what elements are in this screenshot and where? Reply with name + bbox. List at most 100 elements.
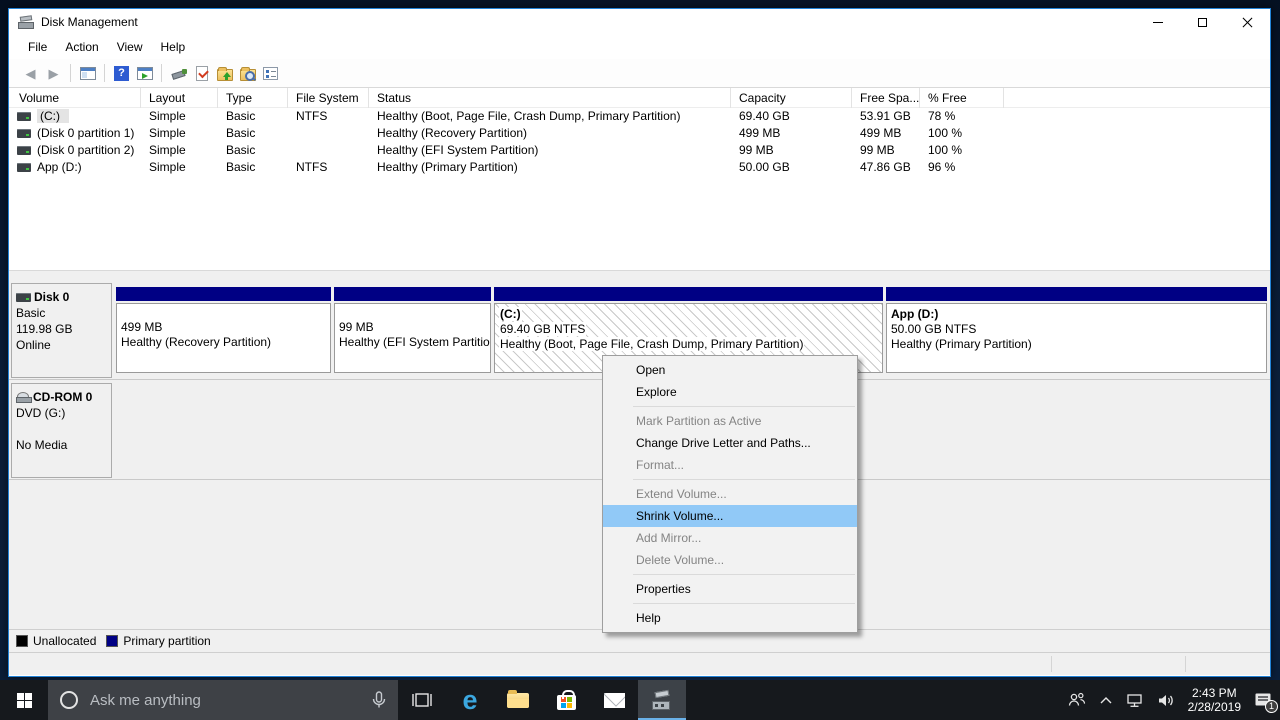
- menu-action[interactable]: Action: [56, 36, 107, 58]
- column-header-empty: [1004, 88, 1270, 108]
- cdrom-info-panel[interactable]: CD-ROM 0 DVD (G:) No Media: [11, 383, 112, 478]
- taskbar-app-file-explorer[interactable]: [494, 680, 542, 720]
- file-explorer-icon: [507, 693, 529, 708]
- unallocated-swatch: [16, 635, 28, 647]
- column-header-status[interactable]: Status: [369, 88, 731, 108]
- volume-row-partition1[interactable]: (Disk 0 partition 1) Simple Basic Health…: [9, 125, 1270, 142]
- show-action-pane-button[interactable]: [133, 62, 156, 84]
- desktop: Disk Management File Action View Help ◀ …: [0, 0, 1280, 720]
- partition-status: Healthy (Boot, Page File, Crash Dump, Pr…: [499, 337, 804, 351]
- volume-free-space: 53.91 GB: [852, 109, 920, 123]
- people-icon[interactable]: [1068, 692, 1086, 708]
- network-icon[interactable]: [1126, 693, 1144, 708]
- task-list-button[interactable]: [259, 62, 282, 84]
- column-header-pct-free[interactable]: % Free: [920, 88, 1004, 108]
- column-header-free-space[interactable]: Free Spa...: [852, 88, 920, 108]
- taskbar-app-store[interactable]: [542, 680, 590, 720]
- store-icon: [557, 695, 576, 710]
- menu-file[interactable]: File: [19, 36, 56, 58]
- column-header-file-system[interactable]: File System: [288, 88, 369, 108]
- show-console-tree-icon: [80, 67, 96, 80]
- folder-up-button[interactable]: [213, 62, 236, 84]
- maximize-button[interactable]: [1180, 9, 1225, 35]
- cortana-search-box[interactable]: Ask me anything: [48, 680, 398, 720]
- partition-size: 99 MB: [339, 320, 374, 334]
- menu-item-help[interactable]: Help: [603, 607, 857, 629]
- disk0-info-panel[interactable]: Disk 0 Basic 119.98 GB Online: [11, 283, 112, 378]
- chevron-up-icon[interactable]: [1099, 696, 1113, 705]
- close-icon: [1242, 17, 1253, 28]
- taskbar-app-disk-management[interactable]: [638, 680, 686, 720]
- partition-header-bar: [494, 287, 883, 301]
- volume-free-space: 99 MB: [852, 143, 920, 157]
- menu-item-explore[interactable]: Explore: [603, 381, 857, 403]
- partition-status: Healthy (Primary Partition): [891, 337, 1032, 351]
- partition-name: (C:): [499, 307, 522, 321]
- menu-help[interactable]: Help: [152, 36, 195, 58]
- close-button[interactable]: [1225, 9, 1270, 35]
- partition-app-d[interactable]: App (D:) 50.00 GB NTFS Healthy (Primary …: [886, 287, 1267, 373]
- menu-item-delete-volume: Delete Volume...: [603, 549, 857, 571]
- taskbar-app-edge[interactable]: e: [446, 680, 494, 720]
- search-placeholder: Ask me anything: [90, 692, 360, 709]
- volume-free-space: 47.86 GB: [852, 160, 920, 174]
- window-controls: [1135, 9, 1270, 35]
- column-header-layout[interactable]: Layout: [141, 88, 218, 108]
- volume-layout: Simple: [141, 143, 218, 157]
- help-button[interactable]: ?: [110, 62, 133, 84]
- volume-capacity: 499 MB: [731, 126, 852, 140]
- toolbar-separator: [104, 64, 105, 82]
- menubar: File Action View Help: [9, 35, 1270, 59]
- volume-status: Healthy (Primary Partition): [369, 160, 731, 174]
- volume-row-c[interactable]: (C:) Simple Basic NTFS Healthy (Boot, Pa…: [9, 108, 1270, 125]
- start-button[interactable]: [0, 680, 48, 720]
- volume-icon[interactable]: [1157, 693, 1175, 708]
- partition-size: 69.40 GB NTFS: [499, 322, 586, 336]
- toolbar-separator: [70, 64, 71, 82]
- microphone-icon[interactable]: [372, 691, 386, 709]
- menu-view[interactable]: View: [108, 36, 152, 58]
- check-document-button[interactable]: [190, 62, 213, 84]
- volume-type: Basic: [218, 126, 288, 140]
- taskbar-app-mail[interactable]: [590, 680, 638, 720]
- menu-item-change-drive-letter[interactable]: Change Drive Letter and Paths...: [603, 432, 857, 454]
- folder-find-button[interactable]: [236, 62, 259, 84]
- volume-row-app-d[interactable]: App (D:) Simple Basic NTFS Healthy (Prim…: [9, 159, 1270, 176]
- notification-badge: 1: [1265, 700, 1278, 713]
- column-header-capacity[interactable]: Capacity: [731, 88, 852, 108]
- column-header-volume[interactable]: Volume: [11, 88, 141, 108]
- menu-item-shrink-volume[interactable]: Shrink Volume...: [603, 505, 857, 527]
- partition-recovery[interactable]: 499 MB Healthy (Recovery Partition): [116, 287, 331, 373]
- partition-name: App (D:): [891, 307, 938, 321]
- cdrom-icon: [16, 392, 30, 403]
- show-console-tree-button[interactable]: [76, 62, 99, 84]
- volume-name: (C:): [37, 109, 69, 123]
- titlebar[interactable]: Disk Management: [9, 9, 1270, 35]
- forward-button[interactable]: ▶: [42, 62, 65, 84]
- menu-item-open[interactable]: Open: [603, 359, 857, 381]
- volume-pct-free: 96 %: [920, 160, 1004, 174]
- disk-management-icon: [650, 691, 674, 710]
- statusbar-divider: [1051, 656, 1052, 672]
- drive-icon: [17, 146, 31, 155]
- volume-row-partition2[interactable]: (Disk 0 partition 2) Simple Basic Health…: [9, 142, 1270, 159]
- cdrom-media: No Media: [16, 437, 107, 453]
- disk0-size: 119.98 GB: [16, 321, 107, 337]
- taskbar-clock[interactable]: 2:43 PM 2/28/2019: [1188, 686, 1241, 714]
- column-header-type[interactable]: Type: [218, 88, 288, 108]
- menu-item-properties[interactable]: Properties: [603, 578, 857, 600]
- action-center-button[interactable]: 1: [1254, 692, 1272, 709]
- minimize-button[interactable]: [1135, 9, 1180, 35]
- volume-pct-free: 100 %: [920, 143, 1004, 157]
- volume-pct-free: 100 %: [920, 126, 1004, 140]
- back-icon: ◀: [26, 67, 36, 80]
- partition-efi[interactable]: 99 MB Healthy (EFI System Partition): [334, 287, 491, 373]
- volume-type: Basic: [218, 143, 288, 157]
- screwdriver-button[interactable]: [167, 62, 190, 84]
- clock-time: 2:43 PM: [1188, 686, 1241, 700]
- task-view-button[interactable]: [398, 680, 446, 720]
- system-tray: 2:43 PM 2/28/2019 1: [1068, 680, 1280, 720]
- back-button[interactable]: ◀: [19, 62, 42, 84]
- legend-label-primary-partition: Primary partition: [123, 634, 210, 648]
- partition-size: 50.00 GB NTFS: [891, 322, 976, 336]
